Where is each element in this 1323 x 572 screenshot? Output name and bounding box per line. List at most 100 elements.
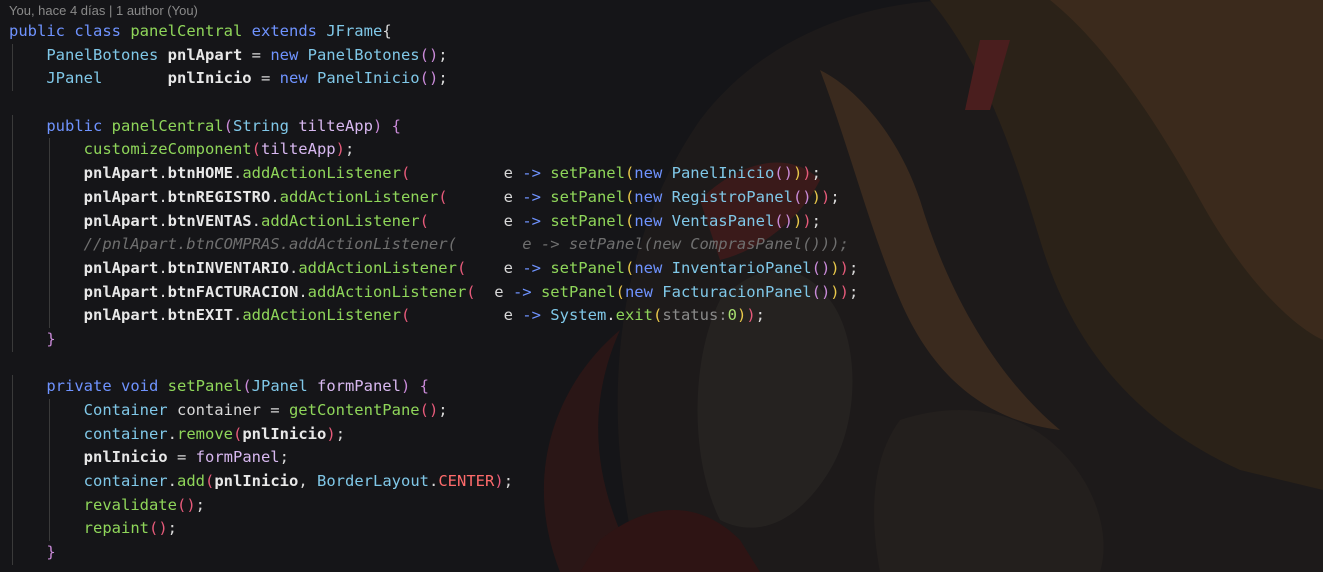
code-editor[interactable]: You, hace 4 días | 1 author (You) public… (0, 0, 1323, 572)
code-line[interactable]: } (9, 327, 858, 352)
code-token: panelCentral (111, 116, 224, 135)
code-line[interactable]: pnlInicio = formPanel; (9, 446, 858, 471)
code-line[interactable]: customizeComponent(tilteApp); (9, 138, 858, 163)
code-line[interactable]: public panelCentral(String tilteApp) { (9, 114, 858, 139)
code-token: //pnlApart.btnCOMPRAS.addActionListener(… (83, 235, 849, 254)
code-line[interactable] (9, 352, 858, 376)
indent-guide (12, 446, 13, 471)
code-token: ( (242, 377, 252, 396)
code-token: setPanel (540, 282, 616, 301)
code-token: . (232, 306, 243, 325)
indent-guide (49, 256, 51, 281)
code-token: InventarioPanel (671, 258, 812, 277)
code-token: ( (205, 472, 215, 491)
indent-guide (49, 399, 51, 423)
indent-guide (12, 375, 13, 399)
code-token: new (624, 282, 663, 301)
code-token: repaint (83, 519, 149, 538)
code-token: ( (233, 424, 243, 443)
code-token: . (270, 187, 280, 206)
code-token: ( (652, 306, 663, 325)
code-token: ; (830, 187, 840, 206)
code-token: ; (438, 401, 448, 419)
code-token: ; (811, 211, 821, 230)
indent-guide (12, 422, 13, 447)
code-token: ) (736, 306, 747, 325)
code-token: pnlApart (83, 187, 159, 206)
indent-guide (49, 470, 51, 494)
code-token: new (634, 258, 672, 277)
code-token: . (158, 164, 168, 183)
codelens-blame[interactable]: You, hace 4 días | 1 author (You) (9, 2, 198, 20)
code-token: remove (177, 424, 233, 443)
indent-guide (49, 493, 51, 518)
code-line[interactable]: pnlApart.btnFACTURACION.addActionListene… (9, 280, 858, 305)
code-token: ) (839, 258, 849, 277)
code-token: ( (251, 140, 261, 159)
code-line[interactable]: public class panelCentral extends JFrame… (9, 20, 858, 44)
code-token: ( (624, 211, 635, 230)
code-line[interactable]: Container container = getContentPane(); (9, 399, 858, 423)
indent-guide (12, 304, 13, 328)
code-token: () (811, 282, 831, 301)
code-token: ) (820, 187, 831, 206)
code-token: ; (195, 495, 205, 514)
code-line[interactable]: pnlApart.btnINVENTARIO.addActionListener… (9, 256, 858, 281)
code-token: () (811, 258, 831, 277)
code-line[interactable]: private void setPanel(JPanel formPanel) … (9, 375, 858, 399)
code-token: ) (802, 164, 812, 183)
code-token: JPanel (251, 377, 317, 396)
code-token: ( (624, 164, 635, 183)
code-token: pnlApart (83, 211, 159, 230)
indent-guide (12, 517, 13, 542)
code-line[interactable] (9, 91, 858, 115)
code-token: ) (746, 306, 756, 325)
code-line[interactable]: //pnlApart.btnCOMPRAS.addActionListener(… (9, 233, 858, 257)
code-token: , (298, 472, 318, 491)
code-token: . (298, 282, 308, 301)
code-token: ; (344, 140, 355, 159)
code-token: . (158, 306, 168, 325)
code-line[interactable]: JPanel pnlInicio = new PanelInicio(); (9, 67, 858, 92)
code-line[interactable]: pnlApart.btnHOME.addActionListener( e ->… (9, 162, 858, 186)
code-token: btnVENTAS (167, 211, 252, 230)
code-token: . (232, 164, 243, 183)
code-token: PanelInicio (671, 164, 775, 183)
code-token: container = (176, 401, 289, 419)
indent-guide (12, 138, 13, 163)
code-line[interactable]: container.add(pnlInicio, BorderLayout.CE… (9, 470, 858, 494)
code-token: ( (419, 211, 429, 230)
code-token: private void (46, 377, 168, 396)
code-token: () (148, 519, 168, 538)
indent-guide (12, 327, 13, 352)
indent-guide (49, 138, 51, 163)
code-token: . (158, 211, 168, 230)
code-token: . (251, 211, 261, 230)
code-line[interactable]: container.remove(pnlInicio); (9, 422, 858, 447)
code-token: btnREGISTRO (167, 187, 271, 206)
code-line[interactable]: revalidate(); (9, 493, 858, 518)
code-token: . (167, 472, 177, 491)
code-line[interactable]: PanelBotones pnlApart = new PanelBotones… (9, 43, 858, 68)
code-token: -> (522, 258, 551, 277)
code-token: CENTER (438, 472, 495, 491)
code-token: ( (624, 187, 635, 206)
code-token: = (167, 448, 196, 467)
code-token: setPanel (550, 258, 625, 277)
code-token: ; (503, 472, 514, 491)
code-line[interactable]: pnlApart.btnVENTAS.addActionListener( e … (9, 209, 858, 234)
code-token: ) (830, 282, 840, 301)
code-token: ) (839, 282, 849, 301)
code-token: container (83, 472, 168, 491)
code-line[interactable]: pnlApart.btnEXIT.addActionListener( e ->… (9, 304, 858, 328)
code-line[interactable]: pnlApart.btnREGISTRO.addActionListener( … (9, 185, 858, 210)
code-line[interactable]: repaint(); (9, 517, 858, 542)
code-line[interactable]: } (9, 541, 858, 565)
